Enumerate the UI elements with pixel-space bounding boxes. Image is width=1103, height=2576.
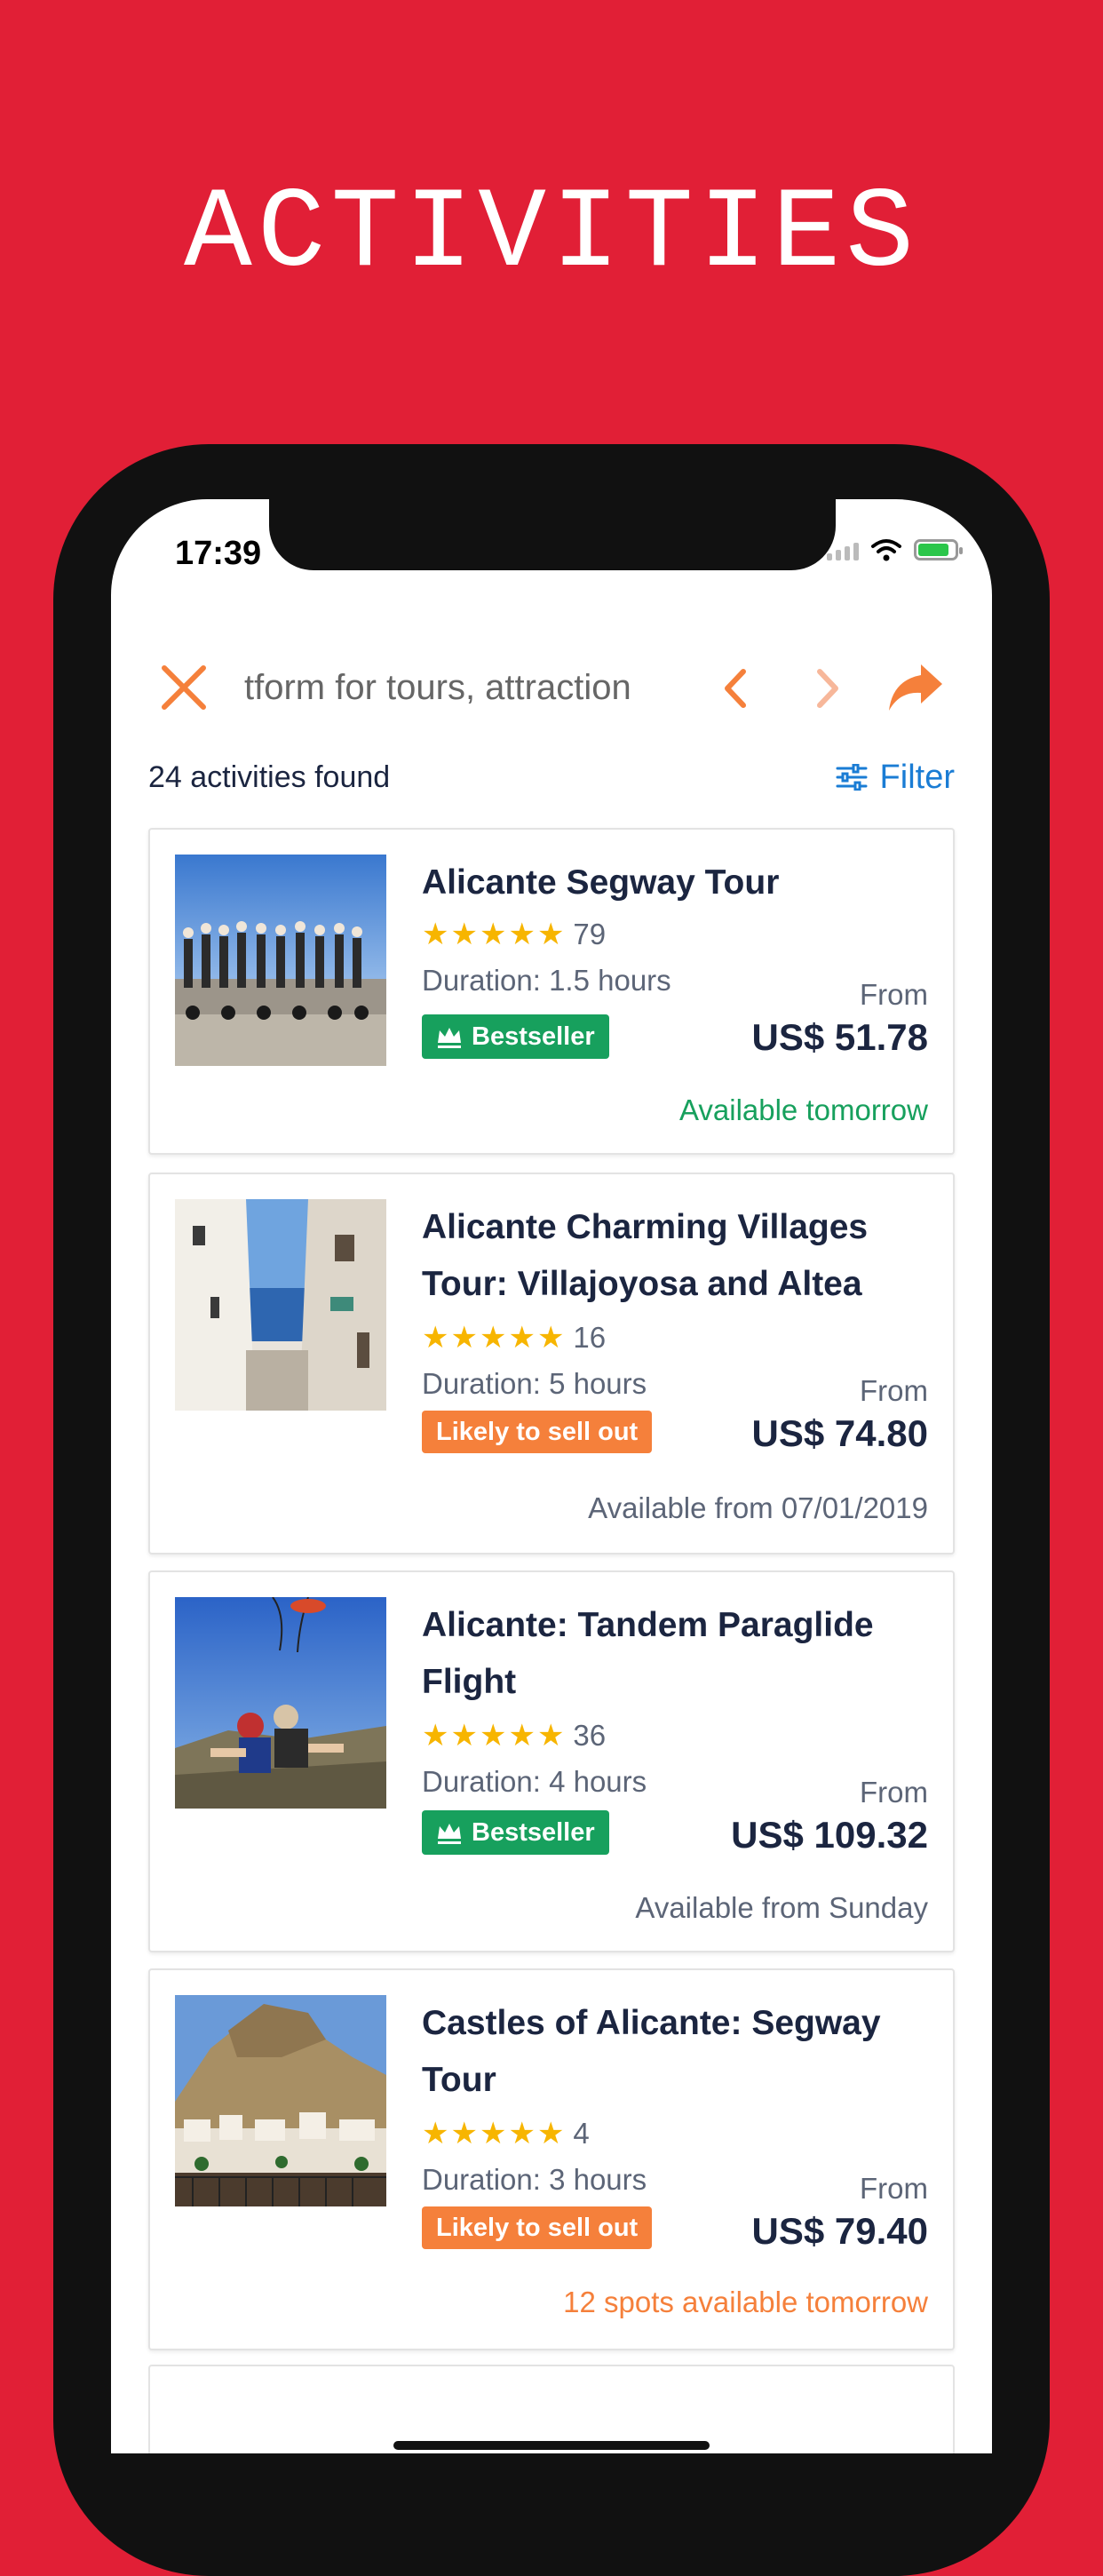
bestseller-badge: Bestseller <box>422 1014 609 1059</box>
back-chevron-icon[interactable] <box>713 664 758 712</box>
rating: ★ ★ ★ ★ ★ 4 <box>422 2116 590 2151</box>
activity-card[interactable]: Alicante Segway Tour ★ ★ ★ ★ ★ 79 Duration: … <box>148 828 955 1155</box>
star-icon: ★ <box>536 2117 565 2151</box>
star-icon: ★ <box>479 918 507 951</box>
wifi-icon <box>871 539 901 561</box>
activity-title: Alicante: Tandem Paraglide Flight <box>422 1606 874 1701</box>
notch <box>269 499 836 570</box>
share-icon[interactable] <box>884 659 946 716</box>
activity-title: Alicante Charming Villages Tour: Villajo… <box>422 1208 869 1303</box>
activity-card-partial[interactable] <box>148 2365 955 2453</box>
duration: Duration: 4 hours <box>422 1765 647 1798</box>
star-icon: ★ <box>479 2117 507 2151</box>
activity-title: Castles of Alicante: Segway Tour <box>422 2004 881 2099</box>
price: US$ 74.80 <box>751 1412 928 1454</box>
review-count: 36 <box>573 1719 607 1752</box>
star-icon: ★ <box>508 918 536 951</box>
price-from-label: From <box>860 978 928 1011</box>
availability: 12 spots available tomorrow <box>563 2286 928 2318</box>
activity-card[interactable]: Alicante: Tandem Paraglide Flight ★ ★ ★ ★ ★ … <box>148 1570 955 1952</box>
activity-title: Alicante Segway Tour <box>422 863 780 902</box>
review-count: 79 <box>573 918 607 950</box>
duration: Duration: 1.5 hours <box>422 964 671 997</box>
url-field[interactable]: tform for tours, attraction <box>244 664 671 711</box>
star-icon: ★ <box>450 918 478 951</box>
availability: Available tomorrow <box>678 1093 928 1126</box>
crown-icon <box>438 1824 461 1844</box>
star-icon: ★ <box>422 1719 449 1753</box>
star-icon: ★ <box>536 918 565 951</box>
star-icon: ★ <box>422 918 449 951</box>
close-icon[interactable] <box>157 661 210 714</box>
likely-to-sell-out-badge: Likely to sell out <box>422 2206 653 2249</box>
star-icon: ★ <box>508 2117 536 2151</box>
filter-button[interactable]: Filter <box>836 755 955 799</box>
home-indicator <box>393 2441 710 2450</box>
star-icon: ★ <box>536 1321 565 1355</box>
signal-icon <box>827 539 859 561</box>
star-icon: ★ <box>450 1321 478 1355</box>
star-icon: ★ <box>450 1719 478 1753</box>
star-icon: ★ <box>422 2117 449 2151</box>
duration: Duration: 3 hours <box>422 2163 647 2196</box>
filter-icon <box>836 764 868 791</box>
activity-card[interactable]: Castles of Alicante: Segway Tour ★ ★ ★ ★ ★ 4… <box>148 1968 955 2350</box>
price: US$ 79.40 <box>751 2210 928 2252</box>
star-icon: ★ <box>450 2117 478 2151</box>
price-from-label: From <box>860 1374 928 1407</box>
star-icon: ★ <box>508 1321 536 1355</box>
availability: Available from 07/01/2019 <box>588 1491 928 1524</box>
activity-photo <box>175 1995 386 2206</box>
price: US$ 51.78 <box>751 1016 928 1058</box>
price-from-label: From <box>860 1776 928 1809</box>
phone-screen: 17:39 tform for tours, attraction 24 act… <box>111 499 992 2453</box>
availability: Available from Sunday <box>635 1891 928 1924</box>
star-icon: ★ <box>479 1719 507 1753</box>
price-from-label: From <box>860 2172 928 2205</box>
duration: Duration: 5 hours <box>422 1367 647 1400</box>
headline: ACTIVITIES <box>183 171 920 299</box>
rating: ★ ★ ★ ★ ★ 16 <box>422 1320 606 1356</box>
rating: ★ ★ ★ ★ ★ 36 <box>422 1718 606 1753</box>
likely-to-sell-out-badge: Likely to sell out <box>422 1411 653 1453</box>
star-icon: ★ <box>479 1321 507 1355</box>
activity-photo <box>175 1597 386 1809</box>
activity-photo <box>175 1199 386 1411</box>
activity-card[interactable]: Alicante Charming Villages Tour: Villajo… <box>148 1173 955 1554</box>
forward-chevron-icon[interactable] <box>805 664 850 712</box>
review-count: 4 <box>573 2117 590 2150</box>
browser-toolbar: tform for tours, attraction <box>111 648 992 727</box>
star-icon: ★ <box>536 1719 565 1753</box>
status-time: 17:39 <box>175 535 262 572</box>
rating: ★ ★ ★ ★ ★ 79 <box>422 917 606 952</box>
activity-photo <box>175 855 386 1066</box>
status-icons <box>827 538 963 561</box>
star-icon: ★ <box>508 1719 536 1753</box>
bestseller-badge: Bestseller <box>422 1810 609 1855</box>
filter-label: Filter <box>879 759 955 796</box>
crown-icon <box>438 1028 461 1048</box>
battery-icon <box>914 539 963 561</box>
star-icon: ★ <box>422 1321 449 1355</box>
results-count: 24 activities found <box>148 760 391 794</box>
review-count: 16 <box>573 1321 607 1354</box>
price: US$ 109.32 <box>731 1814 928 1856</box>
